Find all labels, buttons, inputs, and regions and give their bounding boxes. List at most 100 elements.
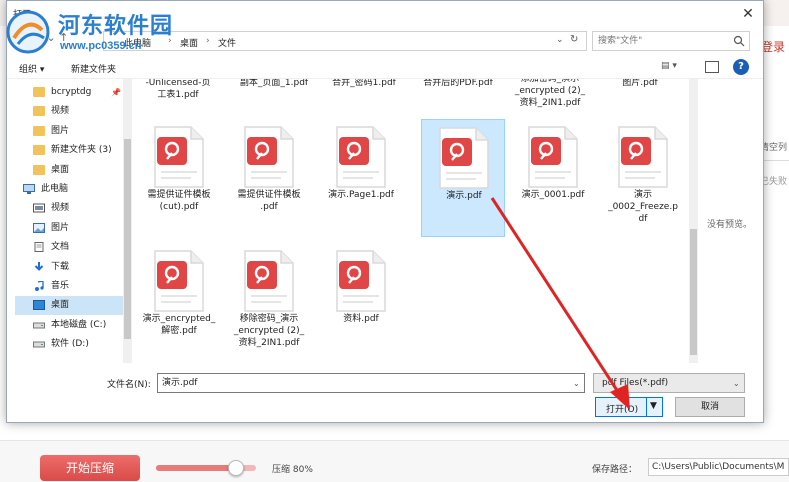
open-menu-arrow-icon[interactable]: ▼ <box>650 401 657 411</box>
pdf-file-icon <box>527 125 579 189</box>
file-name: 需提供证件模板 (cut).pdf <box>147 190 211 212</box>
preview-message: 没有预览。 <box>707 220 753 230</box>
compress-label: 压缩 80% <box>272 465 313 475</box>
pdf-file-icon <box>243 249 295 313</box>
nav-item[interactable]: 音乐 <box>15 277 123 296</box>
failed-label: 已失败 <box>759 177 787 187</box>
open-button[interactable]: 打开(O) ▼ <box>595 397 663 417</box>
nav-item-label: 此电脑 <box>41 184 69 194</box>
pdf-file-icon <box>243 125 295 189</box>
file-type-select[interactable]: pdf Files(*.pdf) <box>593 373 745 393</box>
file-scrollbar[interactable] <box>689 79 698 363</box>
file-tile[interactable]: 需提供证件模板 (cut).pdf <box>137 119 221 237</box>
music-icon <box>35 281 44 291</box>
pdf-file-icon <box>617 125 669 189</box>
nav-item-label: 桌面 <box>51 300 70 311</box>
search-input[interactable] <box>598 34 728 48</box>
file-name-clipped[interactable]: 图片.pdf <box>595 79 685 89</box>
organize-button[interactable]: 组织 ▾ <box>19 62 44 75</box>
file-name: 演示.Page1.pdf <box>328 190 394 200</box>
nav-item[interactable]: 视频 <box>15 199 123 218</box>
file-name-clipped[interactable]: 合并后的PDF.pdf <box>413 79 503 89</box>
view-options-icon[interactable]: ▤ ▾ <box>661 61 681 73</box>
save-path-field[interactable]: C:\Users\Public\Documents\M <box>648 458 789 476</box>
nav-scrollbar[interactable] <box>123 79 132 363</box>
start-compress-button[interactable]: 开始压缩 <box>40 455 140 481</box>
chevron-down-icon[interactable]: ⌄ <box>573 379 580 388</box>
nav-item[interactable]: 此电脑 <box>15 180 123 199</box>
preview-pane-icon[interactable] <box>705 61 719 73</box>
chevron-down-icon[interactable]: ⌄ <box>556 35 564 45</box>
file-tile[interactable]: 需提供证件模板 .pdf <box>227 119 311 237</box>
breadcrumb-folder[interactable]: 文件 <box>218 36 236 49</box>
clear-list-link[interactable]: 清空列 <box>760 140 787 153</box>
filename-input[interactable]: 演示.pdf <box>157 373 585 393</box>
nav-item-label: 视频 <box>51 203 70 214</box>
file-scrollbar-thumb[interactable] <box>690 229 697 355</box>
search-box[interactable] <box>592 31 750 51</box>
file-tile[interactable]: 移除密码_演示 _encrypted (2)_ 资料_2IN1.pdf <box>227 243 311 361</box>
compress-slider-thumb[interactable] <box>228 460 244 476</box>
close-icon[interactable]: ✕ <box>739 5 757 23</box>
computer-icon <box>23 184 35 194</box>
file-name: 演示 _0002_Freeze.p df <box>608 190 678 224</box>
watermark-logo-icon <box>6 10 50 54</box>
open-button-divider <box>646 398 647 416</box>
new-folder-button[interactable]: 新建文件夹 <box>71 62 116 75</box>
file-tile[interactable]: 演示_0001.pdf <box>511 119 595 237</box>
drive-icon <box>33 341 45 348</box>
nav-item-label: 视频 <box>51 106 70 117</box>
file-name-clipped[interactable]: -Unlicensed-页 工表1.pdf <box>133 79 223 101</box>
nav-item[interactable]: bcryptdg 📌 <box>15 83 123 102</box>
file-name-clipped[interactable]: 添加密码_演示 _encrypted (2)_ 资料_2IN1.pdf <box>505 79 595 109</box>
nav-item-label: 图片 <box>51 222 70 233</box>
pdf-file-icon <box>335 125 387 189</box>
file-tile[interactable]: 资料.pdf <box>319 243 403 361</box>
file-list: -Unlicensed-页 工表1.pdf 副本_页面_1.pdf 合并_密码1.p… <box>133 79 689 363</box>
folder-icon <box>33 164 45 175</box>
file-tile[interactable]: 演示.Page1.pdf <box>319 119 403 237</box>
help-icon[interactable]: ? <box>733 59 749 75</box>
file-tile[interactable]: 演示_encrypted_ 解密.pdf <box>137 243 221 361</box>
file-name-clipped[interactable]: 副本_页面_1.pdf <box>229 79 319 89</box>
nav-item[interactable]: 文档 <box>15 238 123 257</box>
pdf-file-icon <box>335 249 387 313</box>
nav-scrollbar-thumb[interactable] <box>124 139 131 339</box>
nav-item-label: 桌面 <box>51 164 70 175</box>
nav-item-label: 本地磁盘 (C:) <box>51 319 107 330</box>
refresh-icon[interactable]: ↻ <box>570 34 578 45</box>
cancel-button[interactable]: 取消 <box>675 397 745 417</box>
video-icon <box>33 203 45 213</box>
file-name: 移除密码_演示 _encrypted (2)_ 资料_2IN1.pdf <box>233 314 305 348</box>
nav-item[interactable]: 新建文件夹 (3) <box>15 141 123 160</box>
file-name: 演示.pdf <box>446 191 482 201</box>
open-file-dialog: 打开 ✕ ← → ⌄ ↑ 此电脑 › 桌面 › 文件 ⌄ ↻ 组织 ▾ 新建文件… <box>6 0 764 423</box>
file-name: 需提供证件模板 .pdf <box>237 190 301 212</box>
save-path-label: 保存路径： <box>592 465 638 475</box>
file-name-clipped[interactable]: 合并_密码1.pdf <box>319 79 409 89</box>
nav-item-label: 音乐 <box>51 281 70 291</box>
nav-item[interactable]: 桌面 <box>15 296 123 316</box>
folder-icon <box>33 87 45 97</box>
nav-item[interactable]: 下载 <box>15 258 123 277</box>
pin-icon: 📌 <box>111 88 121 97</box>
file-tile[interactable]: 演示 _0002_Freeze.p df <box>601 119 685 237</box>
desktop-icon <box>33 300 45 311</box>
nav-item[interactable]: 本地磁盘 (C:) <box>15 316 123 335</box>
nav-item[interactable]: 桌面 <box>15 161 123 180</box>
login-link[interactable]: 登录 <box>761 38 785 55</box>
nav-item[interactable]: 软件 (D:) <box>15 335 123 354</box>
nav-item[interactable]: 视频 <box>15 102 123 121</box>
navigation-pane: bcryptdg 📌 视频 图片 新建文件夹 (3) 桌面 此电脑 视频 图片 文档 下载 音乐 桌面本… <box>15 79 123 363</box>
open-button-label: 打开(O) <box>606 405 639 415</box>
chevron-down-icon[interactable]: ⌄ <box>733 379 740 388</box>
nav-item[interactable]: 图片 <box>15 219 123 238</box>
nav-item-label: 图片 <box>51 125 70 136</box>
nav-item-label: 新建文件夹 (3) <box>51 145 112 156</box>
search-icon[interactable] <box>733 35 745 47</box>
watermark: 河东软件园 www.pc0359.cn <box>0 4 210 62</box>
file-name: 演示_encrypted_ 解密.pdf <box>142 314 216 336</box>
nav-item[interactable]: 图片 <box>15 122 123 141</box>
pdf-file-icon <box>438 126 490 190</box>
file-tile[interactable]: 演示.pdf <box>421 119 505 237</box>
